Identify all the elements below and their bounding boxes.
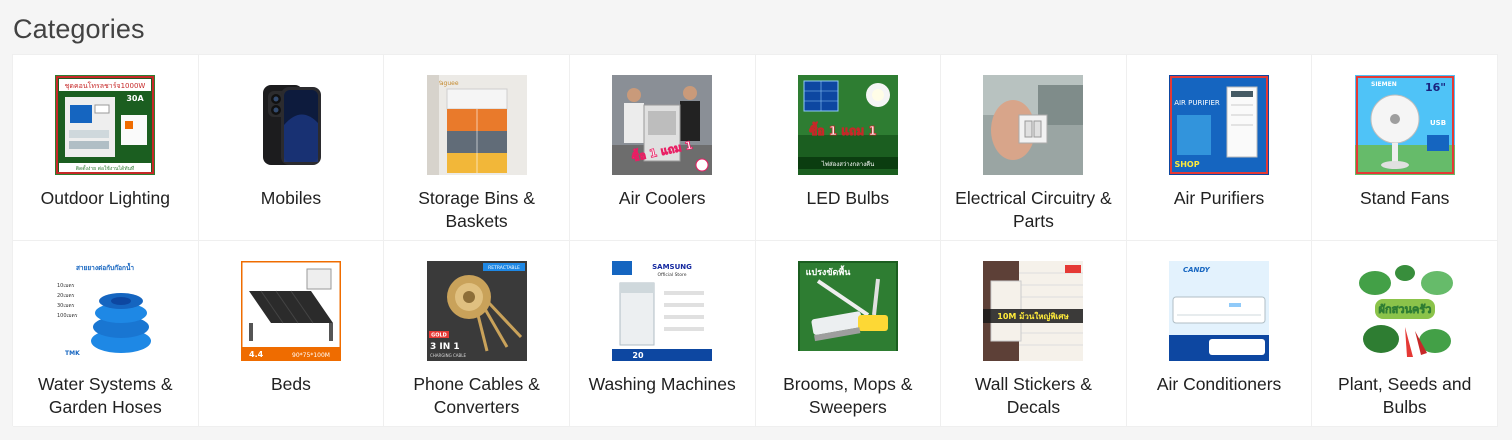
image-text: Yaguee <box>436 80 459 87</box>
category-label: Water Systems & Garden Hoses <box>38 374 173 417</box>
category-card[interactable]: AIR PURIFIER SHOP Air Purifiers <box>1126 55 1313 241</box>
light-switch-image <box>983 75 1084 175</box>
category-card[interactable]: Electrical Circuitry & Parts <box>941 55 1127 241</box>
image-text: CHARGING CABLE <box>430 353 466 358</box>
category-card[interactable]: Mobiles <box>198 55 385 241</box>
category-card[interactable]: แปรงขัดพื้น Brooms, Mops & Sweepers <box>755 241 942 427</box>
image-text: 3 IN 1 <box>430 342 460 352</box>
garden-hose-image: สายยางต่อกับก๊อกน้ำ 10เมตร 20เมตร 30เมตร… <box>55 261 156 361</box>
category-card[interactable]: ซื้อ 1 แถม 1 ไฟส่องสว่างกลางคืน LED Bulb… <box>755 55 942 241</box>
category-label: Storage Bins & Baskets <box>418 188 535 231</box>
image-text: 10M ม้วนใหญ่พิเศษ <box>998 311 1070 322</box>
storage-cabinet-image: Yaguee <box>426 75 527 175</box>
image-text: 4.4 <box>249 350 264 359</box>
category-card[interactable]: ซื้อ 1 แถม 1 Air Coolers <box>569 55 756 241</box>
image-text: CANDY <box>1183 266 1211 274</box>
image-text: 100เมตร <box>57 313 78 319</box>
image-text: ไฟส่องสว่างกลางคืน <box>821 160 875 168</box>
categories-section: Categories ชุดคอนโทรลชาร์จ1000W 30A ติดต… <box>0 0 1512 440</box>
category-label: Air Purifiers <box>1173 188 1265 208</box>
image-text: 16" <box>1425 81 1446 94</box>
air-cooler-image: ซื้อ 1 แถม 1 <box>612 75 713 175</box>
category-label: Beds <box>270 374 311 394</box>
image-text: 20 <box>633 351 645 360</box>
image-text: 30A <box>127 94 145 103</box>
image-text: 20เมตร <box>57 293 75 299</box>
solar-power-kit-image: ชุดคอนโทรลชาร์จ1000W 30A ติดตั้งง่าย ต่อ… <box>55 75 156 175</box>
section-title: Categories <box>13 14 145 44</box>
category-label: Brooms, Mops & Sweepers <box>783 374 913 417</box>
category-label: Washing Machines <box>588 374 736 394</box>
category-label: Air Conditioners <box>1156 374 1282 394</box>
image-text: 10เมตร <box>57 283 75 289</box>
category-card[interactable]: SAMSUNG Official Store 20 Washing Machin… <box>569 241 756 427</box>
image-text: 30เมตร <box>57 303 75 309</box>
image-text: สายยางต่อกับก๊อกน้ำ <box>76 262 134 272</box>
air-purifier-image: AIR PURIFIER SHOP <box>1169 75 1270 175</box>
smartphone-image <box>240 75 341 175</box>
wall-sticker-image: 10M ม้วนใหญ่พิเศษ <box>983 261 1084 361</box>
washing-machine-image: SAMSUNG Official Store 20 <box>612 261 713 361</box>
image-text: SHOP <box>1175 160 1200 169</box>
image-text: RETRACTABLE <box>488 265 520 271</box>
category-card[interactable]: สายยางต่อกับก๊อกน้ำ 10เมตร 20เมตร 30เมตร… <box>13 241 199 427</box>
category-label: Phone Cables & Converters <box>413 374 540 417</box>
image-text: 90*75*100M <box>292 352 330 359</box>
category-label: Mobiles <box>260 188 322 208</box>
charging-cable-image: RETRACTABLE GOLD 3 IN 1 CHARGING CABLE <box>426 261 527 361</box>
category-card[interactable]: 10M ม้วนใหญ่พิเศษ Wall Stickers & Decals <box>941 241 1127 427</box>
category-card[interactable]: 4.4 90*75*100M Beds <box>198 241 385 427</box>
category-card[interactable]: ผักสวนครัว Plant, Seeds and Bulbs <box>1312 241 1498 427</box>
category-label: Plant, Seeds and Bulbs <box>1338 374 1472 417</box>
air-conditioner-image: CANDY <box>1169 261 1270 361</box>
image-text: USB <box>1430 119 1446 127</box>
category-card[interactable]: CANDY Air Conditioners <box>1126 241 1313 427</box>
image-text: TMK <box>65 350 80 357</box>
category-card[interactable]: SIEMEN 16" USB Stand Fans <box>1312 55 1498 241</box>
category-label: Outdoor Lighting <box>40 188 171 208</box>
category-card[interactable]: ชุดคอนโทรลชาร์จ1000W 30A ติดตั้งง่าย ต่อ… <box>13 55 199 241</box>
category-label: Stand Fans <box>1359 188 1450 208</box>
category-label: Air Coolers <box>618 188 706 208</box>
category-card[interactable]: Yaguee Storage Bins & Baskets <box>384 55 570 241</box>
category-label: Electrical Circuitry & Parts <box>955 188 1112 231</box>
image-text: ผักสวนครัว <box>1378 303 1431 316</box>
categories-grid: ชุดคอนโทรลชาร์จ1000W 30A ติดตั้งง่าย ต่อ… <box>12 54 1498 427</box>
image-text: SAMSUNG <box>652 263 692 271</box>
floor-brush-image: แปรงขัดพื้น <box>797 261 898 361</box>
category-label: LED Bulbs <box>806 188 890 208</box>
image-text: ซื้อ 1 แถม 1 <box>809 121 877 138</box>
image-text: GOLD <box>431 333 447 339</box>
vegetable-seeds-image: ผักสวนครัว <box>1354 261 1455 361</box>
image-text: AIR PURIFIER <box>1174 99 1220 107</box>
category-label: Wall Stickers & Decals <box>974 374 1092 417</box>
solar-fan-image: SIEMEN 16" USB <box>1354 75 1455 175</box>
folding-bed-image: 4.4 90*75*100M <box>240 261 341 361</box>
category-card[interactable]: RETRACTABLE GOLD 3 IN 1 CHARGING CABLE P… <box>384 241 570 427</box>
solar-bulb-image: ซื้อ 1 แถม 1 ไฟส่องสว่างกลางคืน <box>797 75 898 175</box>
image-text: SIEMEN <box>1371 81 1397 88</box>
image-text: ชุดคอนโทรลชาร์จ1000W <box>65 81 146 90</box>
image-text: Official Store <box>658 272 687 278</box>
